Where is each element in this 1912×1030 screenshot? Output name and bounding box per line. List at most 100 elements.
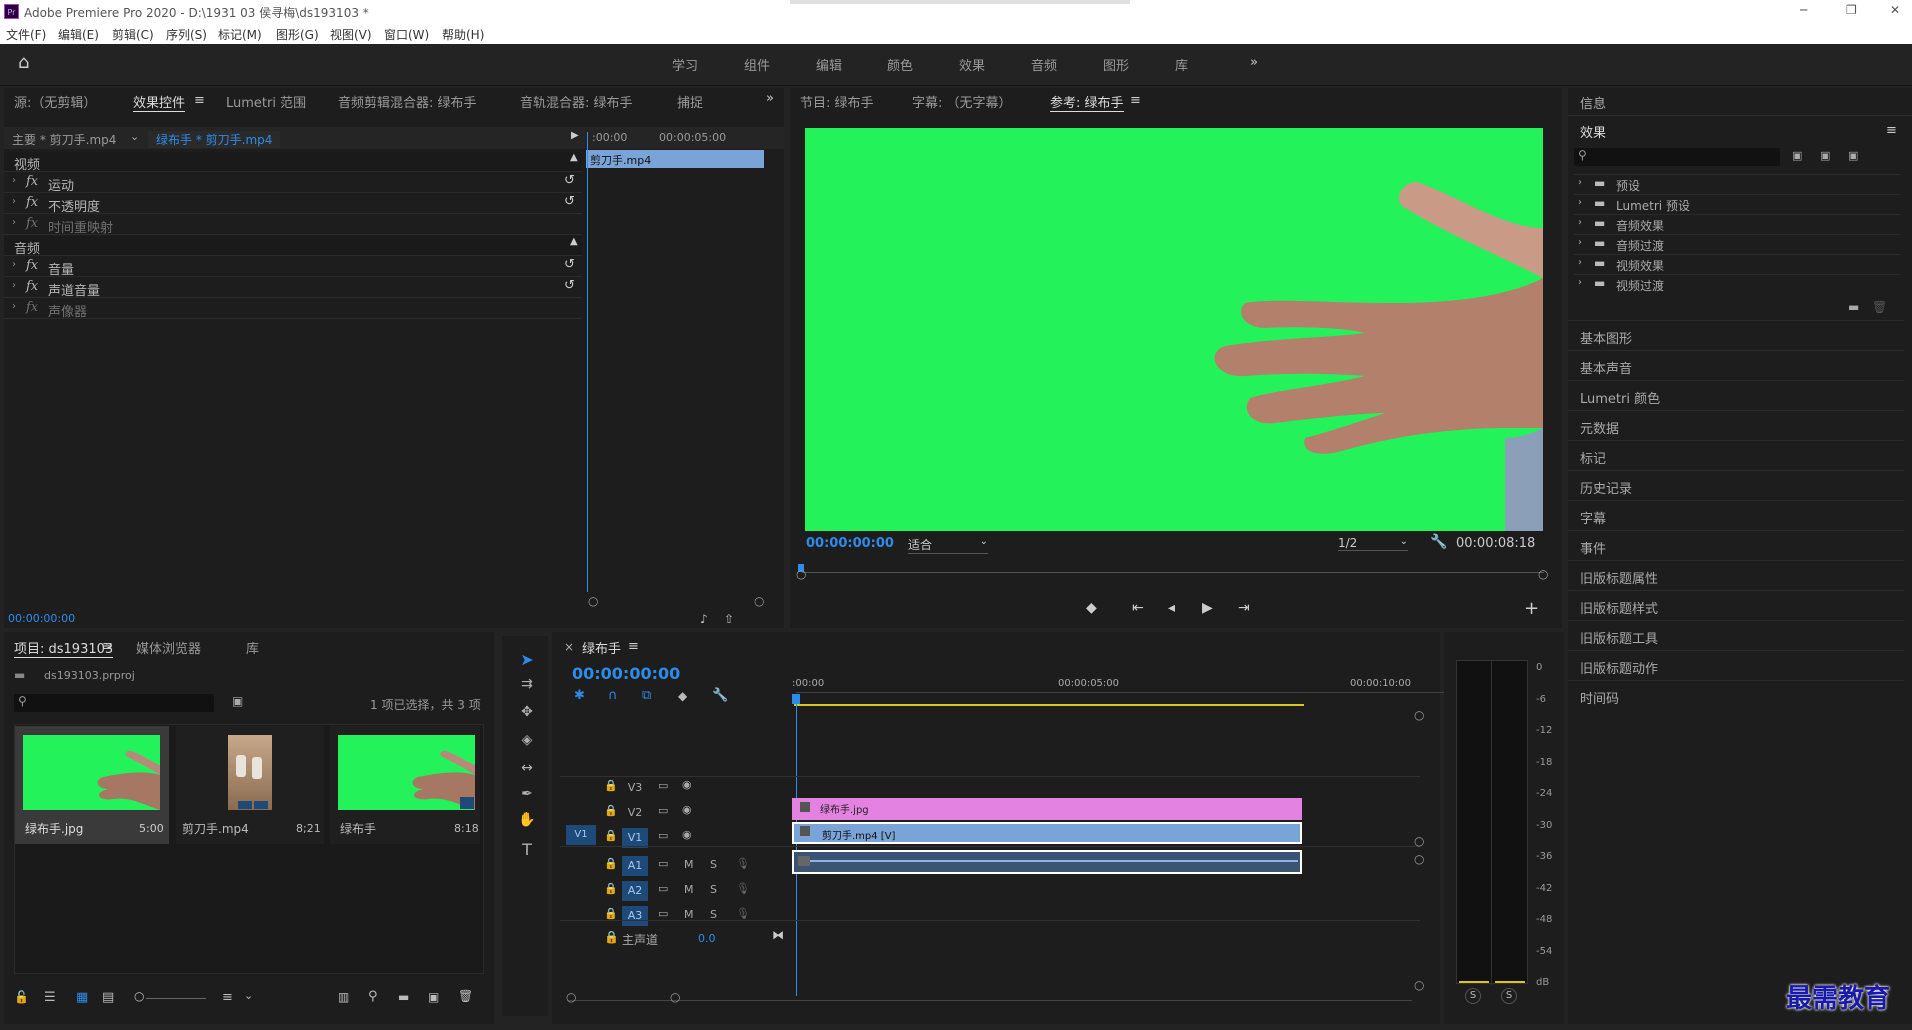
razor-tool-icon[interactable]: ◈	[514, 732, 540, 756]
sequence-tab[interactable]: 绿布手	[582, 638, 621, 657]
section-header[interactable]: 音频 ▲	[4, 236, 582, 257]
workspace-effects[interactable]: 效果	[959, 55, 985, 74]
expand-icon[interactable]: ›	[12, 175, 16, 186]
project-search-input[interactable]: ⚲	[14, 694, 214, 712]
zoom-slider[interactable]	[146, 998, 206, 999]
effect-row[interactable]: › fx 声像器	[4, 299, 582, 320]
automate-to-sequence-icon[interactable]: ▥	[338, 990, 349, 1004]
menu-view[interactable]: 视图(V)	[330, 26, 372, 43]
effects-panel-label[interactable]: 效果	[1580, 122, 1606, 141]
workspace-learn[interactable]: 学习	[672, 55, 698, 74]
lock-icon[interactable]: 🔒	[604, 804, 618, 817]
h-scroll-start-handle[interactable]: ○	[566, 990, 576, 1004]
solo-left-button[interactable]: S	[1465, 988, 1481, 1004]
microphone-icon[interactable]: 🎙	[736, 882, 750, 895]
master-track-header[interactable]: 🔒 主声道 0.0 ⧓	[600, 928, 790, 950]
effects-folder[interactable]: › ▬ 音频效果	[1574, 214, 1900, 234]
close-sequence-icon[interactable]: ×	[564, 640, 574, 654]
linked-selection-icon[interactable]: ⧉	[642, 688, 651, 703]
mute-button[interactable]: M	[684, 883, 694, 896]
solo-right-button[interactable]: S	[1501, 988, 1517, 1004]
solo-button[interactable]: S	[710, 858, 717, 871]
restore-icon[interactable]: ❐	[1846, 3, 1857, 17]
workspace-editing[interactable]: 编辑	[816, 55, 842, 74]
program-scrubber[interactable]: ○ ○	[796, 562, 1548, 582]
a-scroll-handle-bottom[interactable]: ○	[1414, 978, 1424, 992]
project-item-selected[interactable]: 绿布手.jpg 5:00	[15, 726, 169, 844]
source-patch-v1[interactable]: V1	[566, 825, 596, 845]
panel-item[interactable]: 元数据	[1568, 410, 1904, 440]
ripple-edit-tool-icon[interactable]: ✥	[514, 704, 540, 728]
tab-audio-track-mixer[interactable]: 音轨混合器: 绿布手	[520, 92, 633, 111]
track-target[interactable]: A1	[622, 856, 648, 876]
video-track-header[interactable]: 🔒 V2 ▭ ◉	[600, 801, 786, 825]
reset-icon[interactable]: ↺	[564, 173, 575, 188]
effect-controls-timecode[interactable]: 00:00:00:00	[8, 612, 75, 625]
tab-source[interactable]: 源:（无剪辑）	[14, 92, 96, 111]
timeline-timecode[interactable]: 00:00:00:00	[572, 664, 680, 683]
panel-item[interactable]: 字幕	[1568, 500, 1904, 530]
effect-row[interactable]: › fx 音量 ↺	[4, 257, 582, 278]
mute-button[interactable]: M	[684, 858, 694, 871]
audio-track-header[interactable]: 🔒 A2 ▭ M S 🎙	[600, 879, 786, 903]
panel-item[interactable]: 历史记录	[1568, 470, 1904, 500]
fit-dropdown[interactable]: 适合 ⌄	[908, 536, 988, 554]
menu-window[interactable]: 窗口(W)	[384, 26, 429, 43]
eye-icon[interactable]: ◉	[682, 778, 692, 791]
expand-icon[interactable]: ›	[12, 196, 16, 207]
expand-icon[interactable]: ›	[12, 259, 16, 270]
icon-view-icon[interactable]: ▦	[76, 990, 88, 1005]
h-scrollbar[interactable]	[568, 1000, 1412, 1001]
track-target[interactable]: V3	[622, 778, 648, 798]
reset-icon[interactable]: ↺	[564, 257, 575, 272]
fx-icon[interactable]: fx	[26, 258, 38, 273]
program-video-frame[interactable]	[805, 128, 1543, 531]
tab-reference[interactable]: 参考: 绿布手	[1050, 92, 1124, 112]
wrench-icon[interactable]: 🔧	[712, 688, 728, 703]
panel-item[interactable]: 事件	[1568, 530, 1904, 560]
minimize-icon[interactable]: ─	[1800, 3, 1807, 17]
panel-item[interactable]: 基本图形	[1568, 320, 1904, 350]
menu-graphics[interactable]: 图形(G)	[276, 26, 319, 43]
panel-menu-icon[interactable]: ≡	[628, 639, 639, 654]
lock-icon[interactable]: 🔒	[604, 930, 619, 944]
expand-icon[interactable]: ›	[12, 280, 16, 291]
snap-icon[interactable]: ∩	[608, 688, 618, 703]
fx-icon[interactable]: fx	[26, 174, 38, 189]
track-target[interactable]: A3	[622, 906, 648, 926]
audio-track-header[interactable]: 🔒 A1 ▭ M S 🎙	[600, 854, 786, 878]
panel-item[interactable]: 旧版标题工具	[1568, 620, 1904, 650]
effects-folder[interactable]: › ▬ 预设	[1574, 174, 1900, 194]
panel-menu-icon[interactable]: ≡	[102, 639, 113, 654]
export-icon[interactable]: ⇧	[724, 612, 734, 626]
collapse-icon[interactable]: ▲	[570, 236, 578, 247]
sync-lock-icon[interactable]: ▭	[658, 829, 668, 842]
accelerated-effects-icon[interactable]: ▣	[1792, 149, 1802, 162]
program-timecode[interactable]: 00:00:00:00	[806, 536, 894, 551]
effects-search-input[interactable]: ⚲	[1574, 148, 1780, 166]
zoom-slider-handle[interactable]: ○	[134, 989, 144, 1003]
lock-icon[interactable]: 🔒	[604, 829, 618, 842]
tab-audio-clip-mixer[interactable]: 音频剪辑混合器: 绿布手	[338, 92, 477, 111]
microphone-icon[interactable]: 🎙	[736, 907, 750, 920]
scrubber-end-handle[interactable]: ○	[1538, 567, 1548, 581]
pen-tool-icon[interactable]: ✒	[514, 786, 540, 810]
yuv-effects-icon[interactable]: ▣	[1848, 149, 1858, 162]
nest-icon[interactable]: ✱	[574, 688, 585, 703]
new-search-bin-icon[interactable]: ▣	[232, 694, 243, 708]
zoom-end-handle[interactable]: ○	[754, 594, 764, 608]
fx-icon[interactable]: fx	[26, 279, 38, 294]
list-view-icon[interactable]: ☰	[44, 990, 56, 1005]
workspace-audio[interactable]: 音频	[1031, 55, 1057, 74]
video-track-header[interactable]: 🔒 V3 ▭ ◉	[600, 776, 786, 800]
sync-lock-icon[interactable]: ▭	[658, 804, 668, 817]
clip-a1[interactable]	[792, 850, 1302, 874]
effect-row[interactable]: › fx 声道音量 ↺	[4, 278, 582, 299]
more-tabs-icon[interactable]: »	[766, 91, 774, 106]
panel-item[interactable]: 旧版标题动作	[1568, 650, 1904, 680]
mini-playhead[interactable]	[587, 132, 588, 592]
sync-lock-icon[interactable]: ▭	[658, 882, 668, 895]
add-marker-icon[interactable]: ◆	[678, 689, 687, 703]
panel-item[interactable]: 标记	[1568, 440, 1904, 470]
workspace-color[interactable]: 颜色	[887, 55, 913, 74]
